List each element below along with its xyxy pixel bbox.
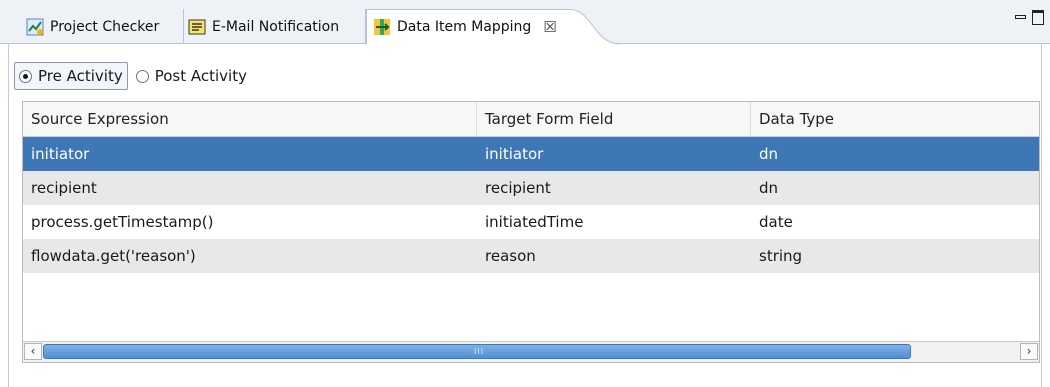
table-row[interactable]: initiator initiator dn: [23, 137, 1039, 171]
cell-target: reason: [485, 247, 536, 265]
pre-activity-label: Pre Activity: [38, 67, 123, 85]
tab-data-item-mapping[interactable]: Data Item Mapping ☒: [366, 9, 571, 44]
table-header: Source Expression Target Form Field Data…: [23, 102, 1039, 137]
tab-label: E-Mail Notification: [212, 18, 340, 35]
cell-target: initiatedTime: [485, 213, 584, 231]
cell-source: flowdata.get('reason'): [31, 247, 196, 265]
cell-target: recipient: [485, 179, 551, 197]
table-row[interactable]: flowdata.get('reason') reason string: [23, 239, 1039, 273]
cell-type: string: [759, 247, 803, 265]
editor-tab-bar: Project Checker E-Mail Notification Data…: [0, 0, 1050, 45]
project-checker-icon: [26, 18, 44, 36]
post-activity-label: Post Activity: [154, 67, 247, 85]
column-header-type[interactable]: Data Type: [751, 102, 1039, 136]
tab-curve: [570, 9, 620, 45]
cell-type: date: [759, 213, 793, 231]
cell-type: dn: [759, 145, 779, 163]
cell-source: initiator: [31, 145, 90, 163]
post-activity-radio[interactable]: Post Activity: [132, 63, 251, 89]
mapping-table: Source Expression Target Form Field Data…: [22, 101, 1040, 363]
pre-activity-radio[interactable]: Pre Activity: [14, 62, 128, 90]
cell-source: process.getTimestamp(): [31, 213, 214, 231]
cell-target: initiator: [485, 145, 544, 163]
window-controls: [1015, 10, 1044, 30]
radio-unchecked-icon: [135, 69, 149, 83]
scroll-left-icon[interactable]: ‹: [24, 343, 42, 360]
activity-selector: Pre Activity Post Activity: [14, 62, 251, 90]
column-header-source[interactable]: Source Expression: [23, 102, 477, 136]
table-row[interactable]: recipient recipient dn: [23, 171, 1039, 205]
maximize-icon[interactable]: [1032, 10, 1044, 25]
tab-project-checker[interactable]: Project Checker: [14, 9, 184, 44]
horizontal-scrollbar[interactable]: ‹ III ›: [23, 341, 1039, 362]
table-row[interactable]: process.getTimestamp() initiatedTime dat…: [23, 205, 1039, 239]
cell-type: dn: [759, 179, 779, 197]
cell-source: recipient: [31, 179, 97, 197]
radio-checked-icon: [19, 69, 32, 83]
minimize-icon[interactable]: [1015, 15, 1026, 19]
tab-email-notification[interactable]: E-Mail Notification: [184, 9, 366, 44]
tab-label: Project Checker: [50, 18, 160, 35]
column-header-target[interactable]: Target Form Field: [477, 102, 751, 136]
close-tab-icon[interactable]: ☒: [543, 18, 556, 36]
scroll-right-icon[interactable]: ›: [1020, 343, 1038, 360]
email-notification-icon: [188, 18, 206, 36]
data-item-mapping-icon: [373, 18, 391, 36]
scrollbar-thumb[interactable]: III: [43, 344, 911, 359]
scrollbar-grip: III: [474, 347, 485, 356]
tab-label: Data Item Mapping: [397, 19, 532, 35]
